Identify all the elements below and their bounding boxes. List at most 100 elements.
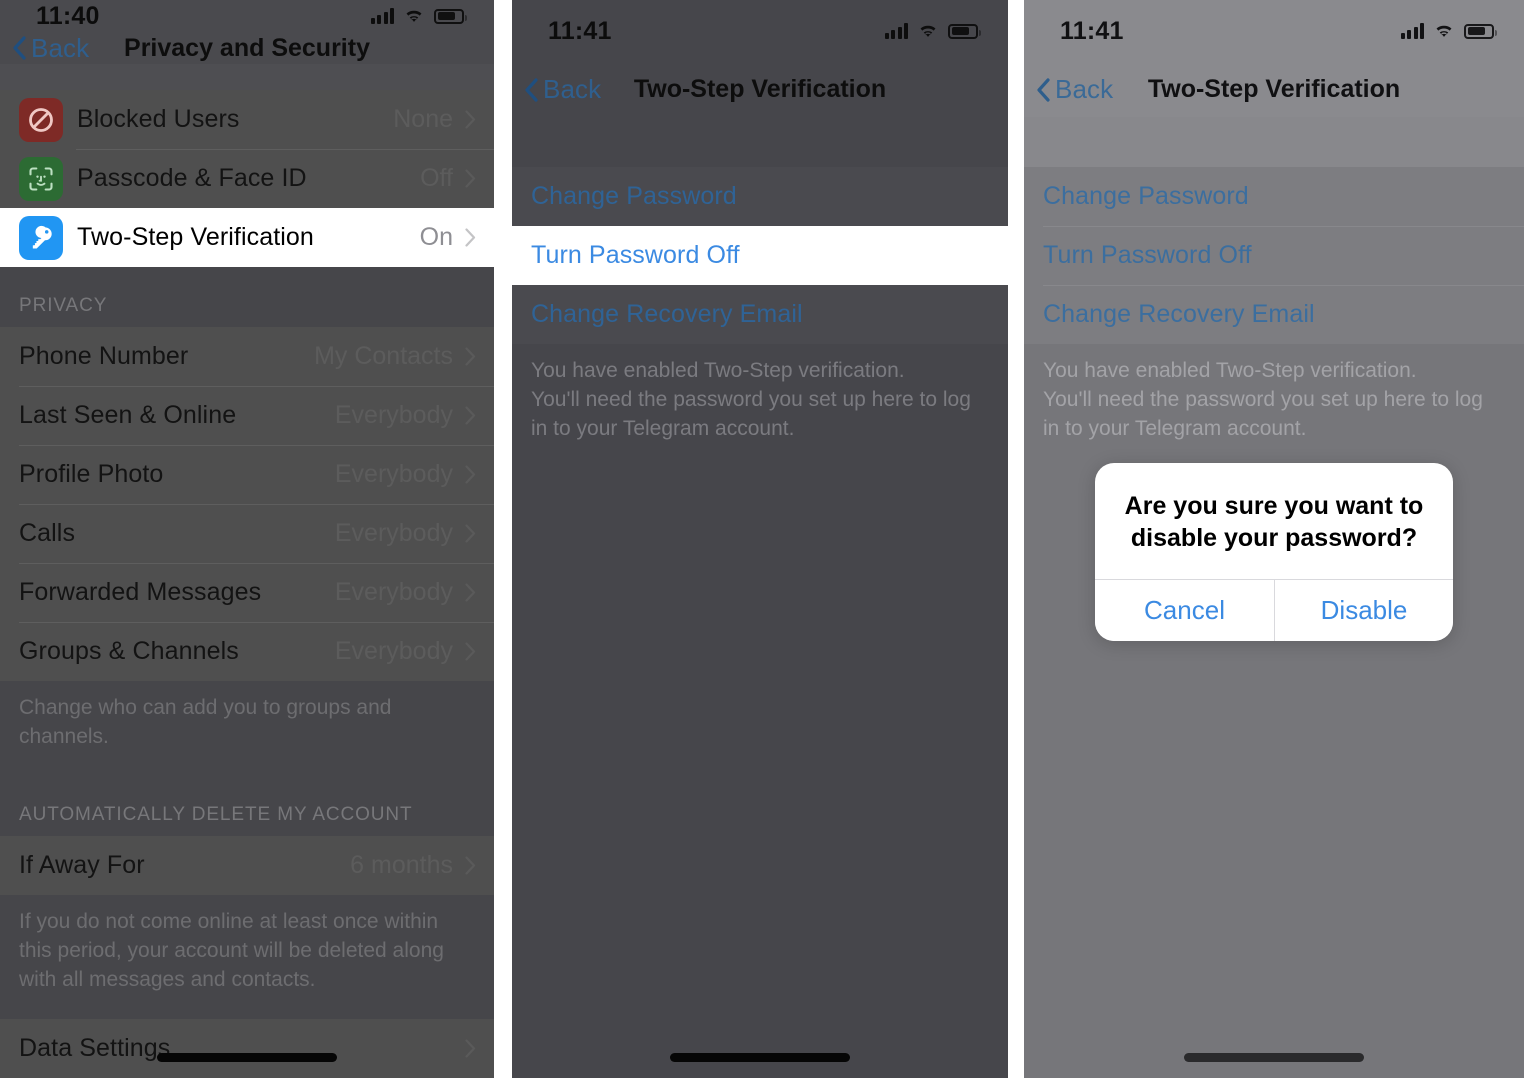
back-button[interactable]: Back (0, 33, 89, 64)
row-value: Everybody (334, 578, 453, 607)
home-indicator[interactable] (670, 1053, 850, 1062)
chevron-right-icon (465, 583, 476, 602)
wifi-icon (403, 8, 425, 24)
row-last-seen-online[interactable]: Last Seen & Online Everybody (0, 386, 494, 445)
chevron-right-icon (465, 465, 476, 484)
list-top-spacer (0, 63, 494, 91)
row-if-away-for[interactable]: If Away For 6 months (0, 836, 494, 895)
row-label: Change Recovery Email (531, 300, 803, 328)
auto-delete-footnote: If you do not come online at least once … (0, 895, 494, 1019)
security-group: Blocked Users None Passcode & Face ID Of… (0, 90, 494, 268)
row-change-recovery-email[interactable]: Change Recovery Email (1024, 285, 1524, 344)
row-two-step-verification[interactable]: Two-Step Verification On (0, 208, 494, 268)
disable-button[interactable]: Disable (1274, 580, 1453, 641)
privacy-footnote: Change who can add you to groups and cha… (0, 681, 494, 777)
section-header-privacy: PRIVACY (0, 267, 494, 328)
alert-actions: Cancel Disable (1095, 579, 1453, 641)
row-value: Everybody (334, 401, 453, 430)
chevron-left-icon (1037, 77, 1050, 102)
chevron-right-icon (465, 347, 476, 366)
data-settings-group: Data Settings (0, 1019, 494, 1078)
chevron-left-icon (13, 36, 26, 60)
chevron-right-icon (465, 642, 476, 661)
status-bar-clock: 11:41 (1060, 16, 1124, 45)
row-label: Two-Step Verification (77, 223, 314, 252)
back-button-label: Back (1055, 74, 1114, 104)
cellular-signal-icon (370, 8, 394, 25)
chevron-left-icon (525, 77, 538, 102)
row-value: My Contacts (314, 342, 453, 371)
row-label: Change Recovery Email (1043, 300, 1315, 328)
row-data-settings[interactable]: Data Settings (0, 1019, 494, 1078)
row-label: Phone Number (19, 342, 189, 371)
chevron-right-icon (465, 169, 476, 188)
row-value: Everybody (334, 460, 453, 489)
home-indicator[interactable] (157, 1053, 337, 1062)
row-calls[interactable]: Calls Everybody (0, 504, 494, 563)
privacy-group: Phone Number My Contacts Last Seen & Onl… (0, 327, 494, 682)
row-value: Everybody (334, 519, 453, 548)
status-bar-icons (370, 8, 467, 25)
back-button[interactable]: Back (1024, 74, 1113, 105)
row-change-recovery-email[interactable]: Change Recovery Email (512, 285, 1008, 344)
two-step-actions-group: Change Password Turn Password Off Change… (1024, 167, 1524, 344)
row-label: Passcode & Face ID (77, 164, 307, 193)
row-label: Profile Photo (19, 460, 164, 489)
nav-bar: Back Two-Step Verification (512, 62, 1008, 117)
auto-delete-group: If Away For 6 months (0, 836, 494, 896)
chevron-right-icon (465, 406, 476, 425)
row-label: Turn Password Off (531, 241, 740, 269)
phone-panel-privacy-and-security: 11:40 Back Privacy and Security Blocked … (0, 0, 494, 1078)
row-turn-password-off[interactable]: Turn Password Off (1024, 226, 1524, 285)
row-label: Change Password (531, 182, 737, 210)
two-step-actions-group: Change Password Turn Password Off Change… (512, 167, 1008, 344)
row-change-password[interactable]: Change Password (1024, 167, 1524, 226)
row-label: Groups & Channels (19, 637, 239, 666)
status-bar: 11:41 (512, 0, 1008, 62)
row-passcode-face-id[interactable]: Passcode & Face ID Off (0, 149, 494, 208)
row-value: Everybody (334, 637, 453, 666)
battery-icon (1464, 23, 1497, 39)
section-header-auto-delete: AUTOMATICALLY DELETE MY ACCOUNT (0, 776, 494, 837)
status-bar-clock: 11:40 (36, 1, 100, 30)
cancel-button[interactable]: Cancel (1095, 580, 1274, 641)
row-value: On (419, 223, 453, 252)
list-top-spacer (1024, 117, 1524, 167)
phone-panel-disable-password-alert: 11:41 Back Two-Step Verification Change … (1024, 0, 1524, 1078)
row-label: Calls (19, 519, 76, 548)
list-filler (512, 467, 1008, 1078)
row-label: Blocked Users (77, 105, 240, 134)
row-groups-channels[interactable]: Groups & Channels Everybody (0, 622, 494, 681)
row-turn-password-off[interactable]: Turn Password Off (512, 226, 1008, 285)
two-step-footnote: You have enabled Two-Step verification. … (512, 344, 1008, 468)
nav-bar: Back Two-Step Verification (1024, 62, 1524, 117)
battery-icon (948, 23, 981, 39)
row-value: Off (420, 164, 453, 193)
row-phone-number[interactable]: Phone Number My Contacts (0, 327, 494, 386)
phone-panel-two-step-verification: 11:41 Back Two-Step Verification Change … (512, 0, 1008, 1078)
status-bar-clock: 11:41 (548, 16, 612, 45)
cellular-signal-icon (884, 23, 908, 39)
back-button-label: Back (543, 74, 602, 104)
disable-password-alert: Are you sure you want to disable your pa… (1095, 463, 1453, 641)
key-icon (19, 215, 63, 260)
chevron-right-icon (465, 524, 476, 543)
alert-title: Are you sure you want to disable your pa… (1124, 492, 1424, 552)
back-button[interactable]: Back (512, 74, 601, 105)
list-top-spacer (512, 117, 1008, 167)
nav-bar: Back Privacy and Security (0, 32, 494, 64)
status-bar-icons (884, 23, 981, 39)
row-value: None (393, 105, 453, 134)
row-forwarded-messages[interactable]: Forwarded Messages Everybody (0, 563, 494, 622)
chevron-right-icon (465, 1039, 476, 1058)
row-blocked-users[interactable]: Blocked Users None (0, 90, 494, 149)
chevron-right-icon (465, 856, 476, 875)
row-label: Turn Password Off (1043, 241, 1252, 269)
wifi-icon (917, 23, 939, 39)
row-label: Forwarded Messages (19, 578, 262, 607)
alert-body: Are you sure you want to disable your pa… (1095, 463, 1453, 579)
row-profile-photo[interactable]: Profile Photo Everybody (0, 445, 494, 504)
row-change-password[interactable]: Change Password (512, 167, 1008, 226)
home-indicator[interactable] (1184, 1053, 1364, 1062)
face-id-icon (19, 156, 63, 201)
